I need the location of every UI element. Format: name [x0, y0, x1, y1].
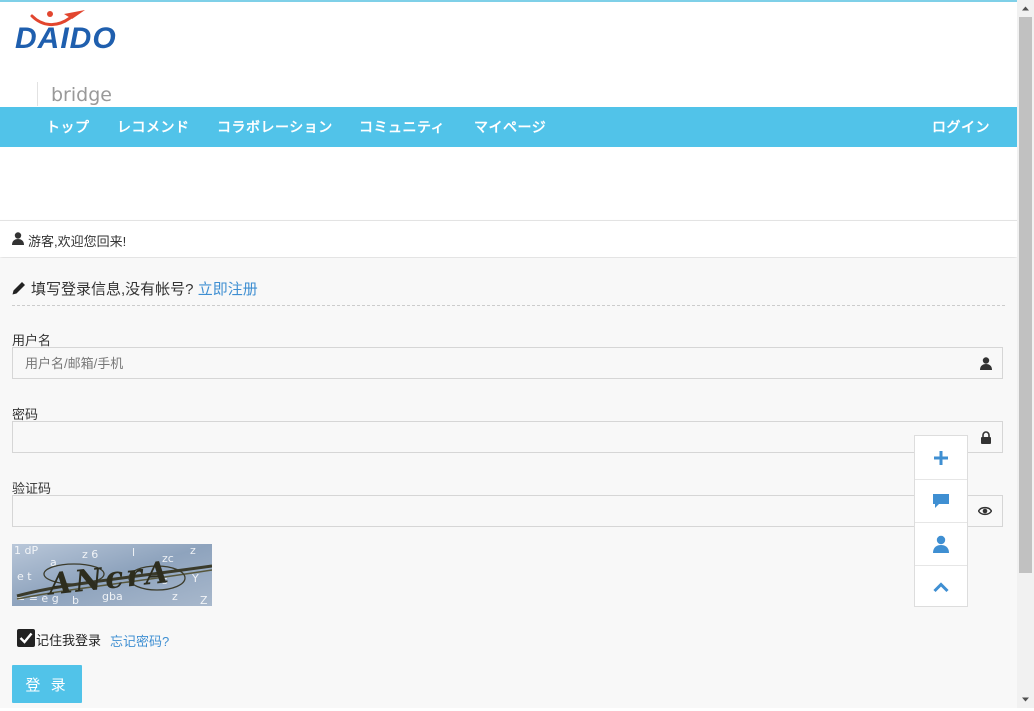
site-name: bridge [51, 84, 112, 106]
lock-icon [980, 431, 992, 447]
svg-text:z: z [190, 544, 196, 557]
scroll-up-arrow[interactable] [1017, 0, 1034, 17]
scrollbar-thumb[interactable] [1019, 17, 1032, 573]
welcome-text: 游客,欢迎您回来! [28, 234, 127, 249]
chevron-up-icon [933, 582, 949, 593]
svg-text:l: l [132, 546, 135, 559]
captcha-input[interactable] [13, 496, 987, 526]
vertical-scrollbar[interactable] [1017, 0, 1034, 708]
comment-icon [933, 494, 949, 508]
plus-icon [934, 451, 948, 465]
svg-text:DAIDO: DAIDO [15, 22, 117, 55]
main-nav: トップ レコメンド コラボレーション コミュニティ マイページ ログイン [0, 107, 1017, 147]
user-icon [12, 232, 24, 248]
nav-item-top[interactable]: トップ [46, 107, 90, 147]
nav-item-community[interactable]: コミュニティ [359, 107, 445, 147]
username-field-wrapper [12, 347, 1003, 379]
top-border [0, 0, 1017, 2]
svg-text:Y: Y [191, 572, 199, 585]
svg-text:e t: e t [17, 570, 32, 583]
daido-logo[interactable]: DAIDO [14, 6, 118, 56]
svg-text:Z: Z [200, 594, 208, 606]
form-title: 填写登录信息,没有帐号? 立即注册 [12, 278, 258, 299]
username-input[interactable] [13, 348, 987, 378]
brand-divider [37, 82, 38, 106]
float-user-button[interactable] [915, 522, 967, 566]
svg-text:1 dP: 1 dP [14, 544, 38, 557]
scroll-down-arrow[interactable] [1017, 691, 1034, 708]
form-title-text: 填写登录信息,没有帐号? [31, 281, 194, 298]
password-field-wrapper [12, 421, 1003, 453]
pencil-icon [12, 281, 26, 299]
float-add-button[interactable] [915, 436, 967, 480]
divider [12, 305, 1005, 306]
welcome-bar: 游客,欢迎您回来! [0, 220, 1017, 257]
captcha-field-wrapper [12, 495, 1003, 527]
float-top-button[interactable] [915, 565, 967, 608]
svg-text:z 6: z 6 [82, 548, 98, 561]
password-input[interactable] [13, 422, 987, 452]
nav-item-recommend[interactable]: レコメンド [117, 107, 190, 147]
eye-icon[interactable] [977, 505, 993, 520]
nav-item-mypage[interactable]: マイページ [474, 107, 546, 147]
user-icon [933, 535, 949, 553]
nav-login-link[interactable]: ログイン [932, 107, 990, 147]
float-toolbar [914, 435, 968, 607]
remember-checkbox[interactable] [17, 629, 35, 647]
login-button[interactable]: 登 录 [12, 665, 82, 703]
login-panel: 填写登录信息,没有帐号? 立即注册 用户名 密码 验证码 [0, 258, 1017, 708]
svg-text:z: z [172, 590, 178, 603]
forgot-password-link[interactable]: 忘记密码? [110, 631, 169, 650]
float-comment-button[interactable] [915, 479, 967, 523]
user-icon [980, 357, 992, 373]
captcha-image[interactable]: 1 dP a z 6 l zc z e tsY = = e g b gba z Z ANcrA [12, 544, 213, 607]
check-icon [19, 632, 33, 644]
page: DAIDO bridge トップ レコメンド コラボレーション コミュニティ マ… [0, 0, 1017, 708]
register-link[interactable]: 立即注册 [198, 281, 258, 298]
remember-label: 记住我登录 [36, 633, 102, 648]
nav-item-collaboration[interactable]: コラボレーション [217, 107, 333, 147]
